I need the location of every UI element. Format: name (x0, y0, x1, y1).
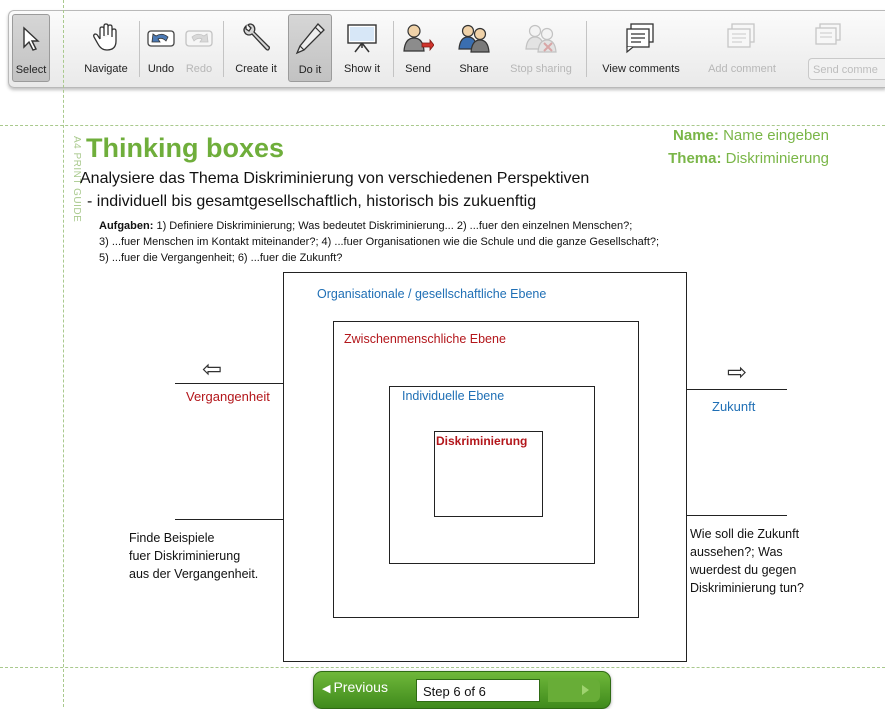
stop-sharing-icon (501, 18, 581, 58)
send-comment-button[interactable]: Send comme (802, 14, 885, 82)
box-center-label: Diskriminierung (436, 434, 528, 448)
navigate-button[interactable]: Navigate (76, 14, 136, 82)
left-divider-lower (175, 519, 283, 520)
step-navigator: ◀ Previous Step 6 of 6 (313, 671, 611, 709)
left-divider (175, 383, 283, 384)
hand-icon (76, 18, 136, 58)
left-arrow-icon: ⇦ (202, 356, 223, 383)
thema-label: Thema: (668, 150, 722, 167)
box-organisational-label: Organisationale / gesellschaftliche Eben… (317, 287, 547, 301)
right-divider-lower (687, 515, 787, 516)
separator (223, 21, 224, 77)
past-label: Vergangenheit (186, 389, 270, 404)
tasks-label: Aufgaben: (99, 220, 154, 232)
previous-triangle-icon: ◀ (322, 683, 331, 695)
next-triangle-icon (582, 685, 589, 695)
future-label: Zukunft (712, 399, 756, 414)
task-line-2: 3) ...fuer Menschen im Kontakt miteinand… (99, 236, 660, 248)
right-divider (687, 389, 787, 390)
cursor-icon (13, 19, 49, 59)
toolbar: Select Navigate Undo Redo Create it Do i… (8, 10, 885, 88)
subtitle: Analysiere das Thema Diskriminierung von… (80, 170, 590, 187)
name-label: Name: (673, 127, 719, 144)
name-field[interactable]: Name: Name eingeben (673, 127, 829, 144)
send-comment-icon (812, 22, 848, 57)
do-it-button[interactable]: Do it (288, 14, 332, 82)
add-comment-icon (699, 18, 785, 58)
print-guide-left (63, 0, 64, 707)
past-note: Finde Beispiele fuer Diskriminierung aus… (129, 531, 259, 581)
future-note: Wie soll die Zukunft aussehen?; Was wuer… (690, 527, 804, 595)
presentation-board-icon (337, 18, 387, 58)
task-list: Aufgaben: 1) Definiere Diskriminierung; … (99, 218, 659, 266)
undo-icon (143, 18, 179, 58)
select-button[interactable]: Select (12, 14, 50, 82)
name-value: Name eingeben (723, 127, 829, 144)
wrench-icon (228, 18, 284, 58)
add-comment-button[interactable]: Add comment (699, 14, 785, 82)
share-button[interactable]: Share (452, 14, 496, 82)
create-it-button[interactable]: Create it (228, 14, 284, 82)
right-arrow-icon: ⇨ (727, 359, 748, 386)
view-comments-icon (591, 18, 691, 58)
previous-button[interactable]: ◀ Previous (322, 679, 388, 695)
view-comments-button[interactable]: View comments (591, 14, 691, 82)
show-it-button[interactable]: Show it (337, 14, 387, 82)
separator (586, 21, 587, 77)
send-button[interactable]: Send (398, 14, 438, 82)
separator (139, 21, 140, 77)
page-title: Thinking boxes (86, 133, 285, 163)
redo-button[interactable]: Redo (181, 14, 217, 82)
step-indicator[interactable]: Step 6 of 6 (416, 679, 540, 702)
thema-value: Diskriminierung (725, 150, 829, 167)
pencil-icon (289, 19, 331, 59)
task-line-1: Aufgaben: 1) Definiere Diskriminierung; … (99, 220, 633, 232)
stop-sharing-button[interactable]: Stop sharing (501, 14, 581, 82)
task-line-3: 5) ...fuer die Vergangenheit; 6) ...fuer… (99, 252, 343, 264)
box-interpersonal-label: Zwischenmenschliche Ebene (344, 332, 506, 346)
subtitle-second-line: - individuell bis gesamtgesellschaftlich… (87, 193, 537, 210)
next-button[interactable] (548, 679, 600, 702)
separator (393, 21, 394, 77)
redo-icon (181, 18, 217, 58)
thema-field: Thema: Diskriminierung (668, 150, 829, 167)
send-user-icon (398, 18, 438, 58)
box-individual-label: Individuelle Ebene (402, 389, 505, 403)
print-guide-top (0, 125, 885, 126)
share-users-icon (452, 18, 496, 58)
undo-button[interactable]: Undo (143, 14, 179, 82)
print-guide-bottom (0, 667, 885, 668)
